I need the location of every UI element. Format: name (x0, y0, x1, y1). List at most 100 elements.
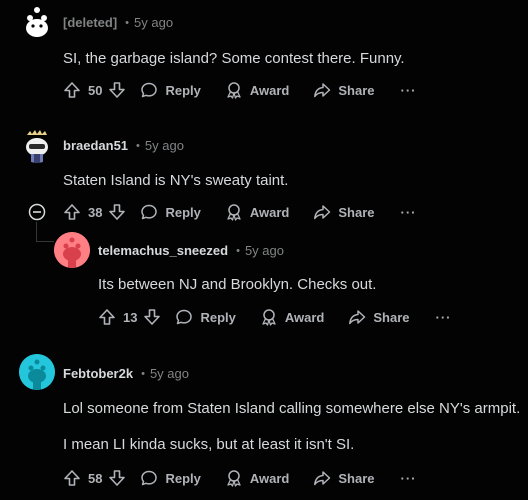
comment-meta: [deleted] • 5y ago (63, 15, 173, 30)
snoo-avatar-icon (19, 4, 55, 40)
upvote-arrow-icon (64, 204, 80, 220)
timestamp: 5y ago (134, 15, 174, 30)
thread-line-curve (36, 241, 54, 242)
snoo-avatar-icon (19, 354, 55, 390)
more-icon: ··· (435, 309, 452, 325)
upvote-button[interactable] (63, 81, 81, 99)
award-label: Award (249, 470, 290, 486)
share-button[interactable]: Share (313, 469, 375, 487)
timestamp: 5y ago (244, 243, 284, 258)
vote-score: 38 (88, 204, 103, 220)
award-label: Award (284, 309, 325, 325)
comment-actions: 13 Reply Award Share ··· (98, 305, 452, 329)
more-icon: ··· (400, 82, 417, 98)
award-icon (227, 470, 241, 487)
upvote-arrow-icon (99, 309, 115, 325)
downvote-button[interactable] (108, 203, 126, 221)
reply-button[interactable]: Reply (140, 203, 201, 221)
share-button[interactable]: Share (313, 81, 375, 99)
separator-dot: • (141, 367, 145, 380)
downvote-button[interactable] (108, 469, 126, 487)
share-button[interactable]: Share (348, 308, 410, 326)
reply-label: Reply (200, 309, 236, 325)
vote-score: 50 (88, 82, 103, 98)
share-label: Share (338, 204, 375, 220)
snoo-avatar-icon (19, 127, 55, 163)
upvote-arrow-icon (64, 82, 80, 98)
snoo-avatar-icon (54, 232, 90, 268)
downvote-button[interactable] (108, 81, 126, 99)
more-icon: ··· (400, 470, 417, 486)
award-label: Award (249, 204, 290, 220)
more-options-button[interactable]: ··· (401, 471, 417, 486)
avatar[interactable] (19, 4, 55, 40)
reply-button[interactable]: Reply (140, 81, 201, 99)
timestamp: 5y ago (149, 366, 189, 381)
separator-dot: • (125, 16, 130, 29)
comment-bubble-icon (141, 204, 158, 220)
share-label: Share (338, 470, 375, 486)
reply-label: Reply (165, 470, 201, 486)
avatar[interactable] (54, 232, 90, 268)
share-arrow-icon (314, 83, 331, 98)
comment-meta: telemachus_sneezed • 5y ago (98, 243, 284, 258)
share-button[interactable]: Share (313, 203, 375, 221)
more-icon: ··· (400, 204, 417, 220)
share-arrow-icon (349, 310, 366, 325)
more-options-button[interactable]: ··· (436, 310, 452, 325)
separator-dot: • (236, 244, 240, 257)
more-options-button[interactable]: ··· (401, 83, 417, 98)
comment-actions: 58 Reply Award Share ··· (63, 466, 417, 490)
username: [deleted] (63, 15, 118, 30)
downvote-button[interactable] (143, 308, 161, 326)
comment-bubble-icon (176, 309, 193, 325)
comment-body-line-2: I mean LI kinda sucks, but at least it i… (63, 436, 355, 453)
downvote-arrow-icon (109, 204, 126, 220)
collapse-minus-icon (28, 203, 46, 221)
share-arrow-icon (314, 471, 331, 486)
avatar[interactable] (19, 127, 55, 163)
reply-button[interactable]: Reply (175, 308, 236, 326)
award-button[interactable]: Award (225, 469, 290, 487)
downvote-arrow-icon (144, 309, 161, 325)
vote-score: 58 (88, 470, 103, 486)
thread-line (36, 222, 37, 242)
award-label: Award (249, 82, 290, 98)
award-button[interactable]: Award (225, 203, 290, 221)
more-options-button[interactable]: ··· (401, 205, 417, 220)
comment-bubble-icon (141, 82, 158, 98)
username[interactable]: telemachus_sneezed (98, 243, 228, 258)
comment-bubble-icon (141, 470, 158, 486)
username[interactable]: braedan51 (63, 138, 128, 153)
share-label: Share (373, 309, 410, 325)
upvote-button[interactable] (63, 469, 81, 487)
reply-label: Reply (165, 82, 201, 98)
username[interactable]: Febtober2k (63, 366, 133, 381)
reply-label: Reply (165, 204, 201, 220)
award-icon (227, 82, 241, 99)
upvote-arrow-icon (64, 470, 80, 486)
comment-actions: 50 Reply Award Share ··· (63, 78, 417, 102)
timestamp: 5y ago (144, 138, 184, 153)
share-arrow-icon (314, 205, 331, 220)
comment-meta: braedan51 • 5y ago (63, 138, 184, 153)
collapse-thread-button[interactable] (28, 203, 46, 221)
award-icon (227, 204, 241, 221)
avatar[interactable] (19, 354, 55, 390)
downvote-arrow-icon (109, 470, 126, 486)
share-label: Share (338, 82, 375, 98)
award-icon (262, 309, 276, 326)
comment-body: Its between NJ and Brooklyn. Checks out. (98, 276, 377, 293)
vote-score: 13 (123, 309, 138, 325)
award-button[interactable]: Award (225, 81, 290, 99)
reply-button[interactable]: Reply (140, 469, 201, 487)
downvote-arrow-icon (109, 82, 126, 98)
upvote-button[interactable] (98, 308, 116, 326)
award-button[interactable]: Award (260, 308, 325, 326)
comment-body: Staten Island is NY's sweaty taint. (63, 172, 289, 189)
comment-meta: Febtober2k • 5y ago (63, 366, 189, 381)
separator-dot: • (136, 139, 140, 152)
comment-actions: 38 Reply Award Share ··· (63, 200, 417, 224)
comment-body: SI, the garbage island? Some contest the… (63, 50, 405, 67)
upvote-button[interactable] (63, 203, 81, 221)
